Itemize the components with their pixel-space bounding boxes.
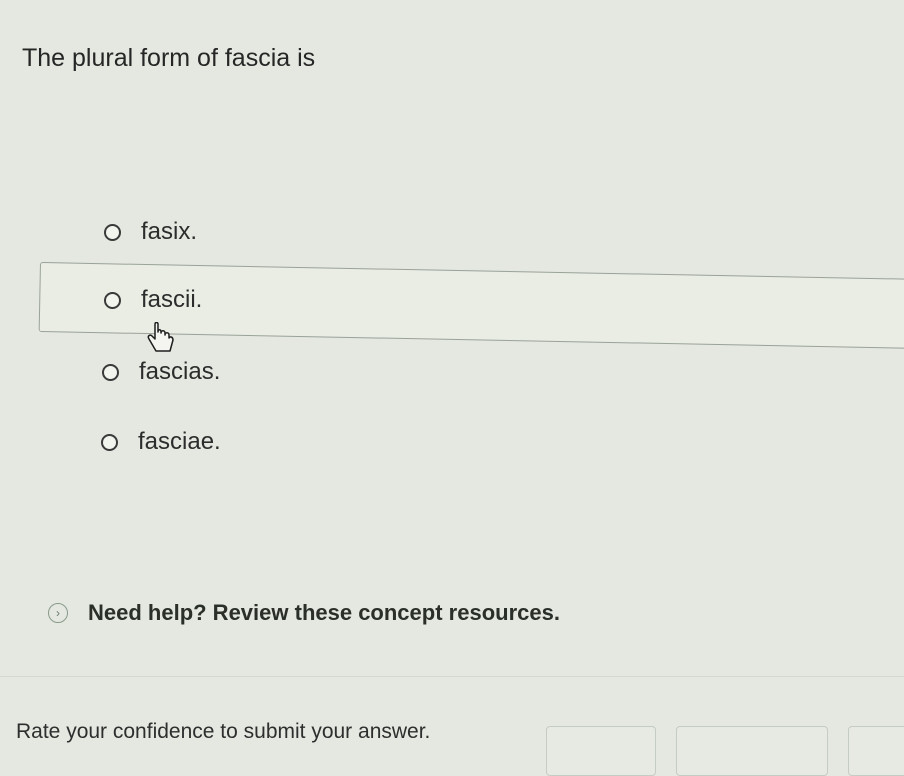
- confidence-prompt: Rate your confidence to submit your answ…: [16, 720, 431, 743]
- help-link-text: Need help? Review these concept resource…: [88, 600, 560, 625]
- radio-button-icon[interactable]: [102, 363, 119, 381]
- confidence-button-1[interactable]: [546, 726, 656, 776]
- hand-pointer-cursor-icon: [147, 322, 174, 352]
- radio-button-icon[interactable]: [104, 223, 121, 241]
- chevron-right-icon: ›: [48, 603, 68, 623]
- section-divider: [0, 676, 904, 677]
- question-text: The plural form of fascia is: [22, 44, 316, 72]
- answer-option-3[interactable]: fascias.: [102, 358, 220, 386]
- answer-option-label: fascii.: [141, 286, 203, 313]
- confidence-button-3[interactable]: [848, 726, 904, 776]
- answer-option-label: fasix.: [141, 218, 198, 245]
- confidence-button-2[interactable]: [676, 726, 828, 776]
- answer-option-2[interactable]: fascii.: [104, 286, 202, 314]
- answer-option-4[interactable]: fasciae.: [101, 428, 221, 456]
- radio-button-icon[interactable]: [104, 291, 121, 309]
- radio-button-icon[interactable]: [101, 433, 118, 451]
- concept-resources-link[interactable]: › Need help? Review these concept resour…: [48, 600, 560, 626]
- answer-option-label: fasciae.: [138, 428, 221, 455]
- answer-option-label: fascias.: [139, 358, 221, 385]
- answer-option-1[interactable]: fasix.: [104, 218, 197, 246]
